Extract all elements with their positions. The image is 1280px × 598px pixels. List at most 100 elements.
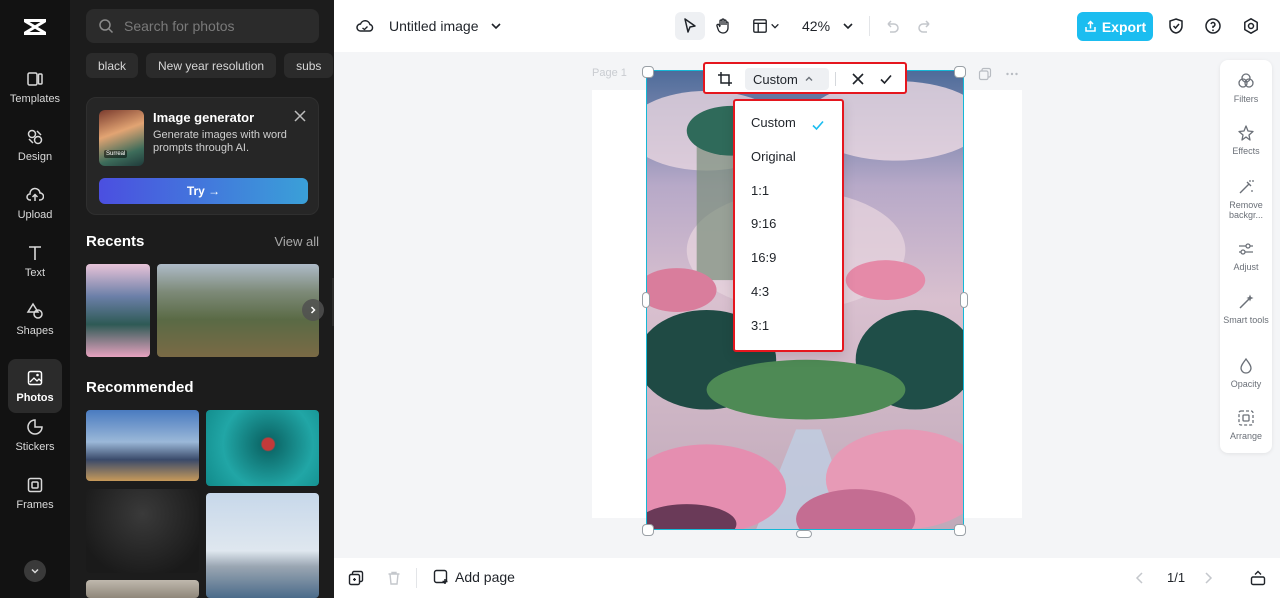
cloud-save-icon[interactable] bbox=[356, 17, 374, 35]
export-button[interactable]: Export bbox=[1077, 12, 1153, 41]
add-page-button[interactable]: Add page bbox=[433, 569, 515, 585]
chevron-down-icon[interactable] bbox=[490, 20, 502, 32]
select-tool-button[interactable] bbox=[675, 12, 705, 40]
chip-black[interactable]: black bbox=[86, 53, 139, 78]
recent-photo-fantasy[interactable] bbox=[86, 264, 150, 357]
recent-photo-aerial-town[interactable] bbox=[157, 264, 319, 357]
try-button[interactable]: Try → bbox=[99, 178, 308, 204]
ratio-option-9-16[interactable]: 9:16 bbox=[751, 216, 776, 231]
shield-icon[interactable] bbox=[1167, 17, 1185, 35]
rail-item-shapes[interactable]: Shapes bbox=[8, 292, 62, 346]
resize-handle-bottom[interactable] bbox=[796, 530, 812, 538]
resize-handle-left[interactable] bbox=[642, 292, 650, 308]
rail-item-design[interactable]: Design bbox=[8, 118, 62, 172]
sidebar-item-filters[interactable]: Filters bbox=[1220, 72, 1272, 104]
rail-item-text[interactable]: Text bbox=[8, 234, 62, 288]
sliders-icon bbox=[1239, 243, 1253, 255]
redo-icon[interactable] bbox=[916, 17, 934, 35]
sidebar-item-label: Effects bbox=[1232, 146, 1260, 156]
search-icon bbox=[99, 19, 114, 34]
recommended-photo-city-sky[interactable] bbox=[86, 410, 199, 481]
chip-subs[interactable]: subs bbox=[284, 53, 334, 78]
rail-item-label: Templates bbox=[9, 92, 61, 105]
add-page-icon bbox=[433, 569, 448, 584]
chevron-left-icon[interactable] bbox=[1132, 570, 1148, 586]
ratio-option-16-9[interactable]: 16:9 bbox=[751, 250, 776, 265]
page-counter: 1/1 bbox=[1167, 570, 1186, 585]
capcut-logo-icon bbox=[24, 19, 46, 35]
sidebar-item-effects[interactable]: Effects bbox=[1220, 124, 1272, 156]
sidebar-item-label: Adjust bbox=[1233, 262, 1259, 272]
sidebar-item-adjust[interactable]: Adjust bbox=[1220, 240, 1272, 272]
view-all-link[interactable]: View all bbox=[274, 234, 319, 249]
sidebar-item-label: Filters bbox=[1233, 94, 1259, 104]
chevron-right-icon[interactable] bbox=[1200, 570, 1216, 586]
rail-expand-button[interactable] bbox=[24, 560, 46, 582]
undo-icon[interactable] bbox=[883, 17, 901, 35]
duplicate-page-icon[interactable] bbox=[978, 67, 992, 81]
ratio-option-1-1[interactable]: 1:1 bbox=[751, 183, 769, 198]
ratio-option-custom[interactable]: Custom bbox=[751, 115, 796, 130]
sidebar-item-smart-tools[interactable]: Smart tools bbox=[1220, 293, 1272, 325]
aspect-ratio-value: Custom bbox=[753, 71, 798, 87]
recommended-photo-stones[interactable] bbox=[86, 580, 199, 598]
crop-icon[interactable] bbox=[717, 71, 733, 87]
crop-toolbar-divider bbox=[835, 72, 836, 86]
trash-icon[interactable] bbox=[386, 570, 402, 586]
sidebar-item-remove-background[interactable]: Remove backgr... bbox=[1220, 178, 1272, 220]
recents-title: Recents bbox=[86, 233, 145, 250]
resize-handle-bottom-right[interactable] bbox=[954, 524, 966, 536]
sidebar-item-label: Remove backgr... bbox=[1228, 200, 1264, 220]
ratio-option-3-1[interactable]: 3:1 bbox=[751, 318, 769, 333]
chevron-down-icon[interactable] bbox=[842, 20, 854, 32]
resize-handle-top-right[interactable] bbox=[954, 66, 966, 78]
search-box[interactable] bbox=[86, 9, 319, 43]
rail-item-templates[interactable]: Templates bbox=[8, 60, 62, 114]
help-icon[interactable] bbox=[1204, 17, 1222, 35]
resize-handle-top-left[interactable] bbox=[642, 66, 654, 78]
sidebar-item-label: Smart tools bbox=[1223, 315, 1269, 325]
rail-item-label: Shapes bbox=[16, 324, 54, 337]
sidebar-item-arrange[interactable]: Arrange bbox=[1220, 409, 1272, 441]
duplicate-icon[interactable] bbox=[348, 570, 364, 586]
resize-handle-bottom-left[interactable] bbox=[642, 524, 654, 536]
layout-tool-button[interactable] bbox=[748, 12, 784, 40]
check-icon[interactable] bbox=[879, 72, 893, 86]
more-options-icon[interactable] bbox=[1005, 67, 1019, 81]
close-icon[interactable] bbox=[851, 72, 865, 86]
rail-item-label: Stickers bbox=[15, 440, 55, 453]
rail-item-label: Photos bbox=[16, 391, 54, 404]
recommended-photo-skyline[interactable] bbox=[206, 493, 319, 598]
promo-title: Image generator bbox=[153, 110, 255, 125]
recommended-photo-boat[interactable] bbox=[206, 410, 319, 486]
rail-item-label: Design bbox=[17, 150, 53, 163]
ratio-option-original[interactable]: Original bbox=[751, 149, 796, 164]
chip-new-year-resolution[interactable]: New year resolution bbox=[146, 53, 277, 78]
close-icon[interactable] bbox=[294, 110, 306, 122]
aspect-ratio-dropdown: Custom Original 1:1 9:16 16:9 4:3 3:1 bbox=[733, 99, 844, 352]
chevron-right-icon bbox=[310, 306, 316, 314]
recommended-photo-dark-texture[interactable] bbox=[86, 489, 199, 573]
gear-icon[interactable] bbox=[1242, 17, 1260, 35]
ratio-option-4-3[interactable]: 4:3 bbox=[751, 284, 769, 299]
search-input[interactable] bbox=[124, 18, 314, 34]
rail-item-frames[interactable]: Frames bbox=[8, 466, 62, 520]
zoom-level[interactable]: 42% bbox=[802, 18, 830, 34]
pointer-icon bbox=[684, 18, 696, 33]
hand-tool-button[interactable] bbox=[708, 12, 738, 40]
crop-toolbar: Custom bbox=[703, 62, 907, 94]
aspect-ratio-select[interactable]: Custom bbox=[745, 68, 829, 90]
rail-item-label: Frames bbox=[16, 498, 54, 511]
document-title[interactable]: Untitled image bbox=[389, 18, 479, 34]
upload-icon bbox=[26, 187, 44, 201]
rail-item-photos[interactable]: Photos bbox=[8, 359, 62, 413]
rail-item-stickers[interactable]: Stickers bbox=[8, 408, 62, 462]
resize-handle-right[interactable] bbox=[960, 292, 968, 308]
rail-item-upload[interactable]: Upload bbox=[8, 176, 62, 230]
text-icon bbox=[29, 245, 41, 260]
recents-next-button[interactable] bbox=[302, 299, 324, 321]
chevron-up-icon bbox=[805, 76, 813, 81]
page-panel-icon[interactable] bbox=[1250, 570, 1266, 586]
sidebar-item-opacity[interactable]: Opacity bbox=[1220, 357, 1272, 389]
export-icon bbox=[1085, 20, 1096, 32]
